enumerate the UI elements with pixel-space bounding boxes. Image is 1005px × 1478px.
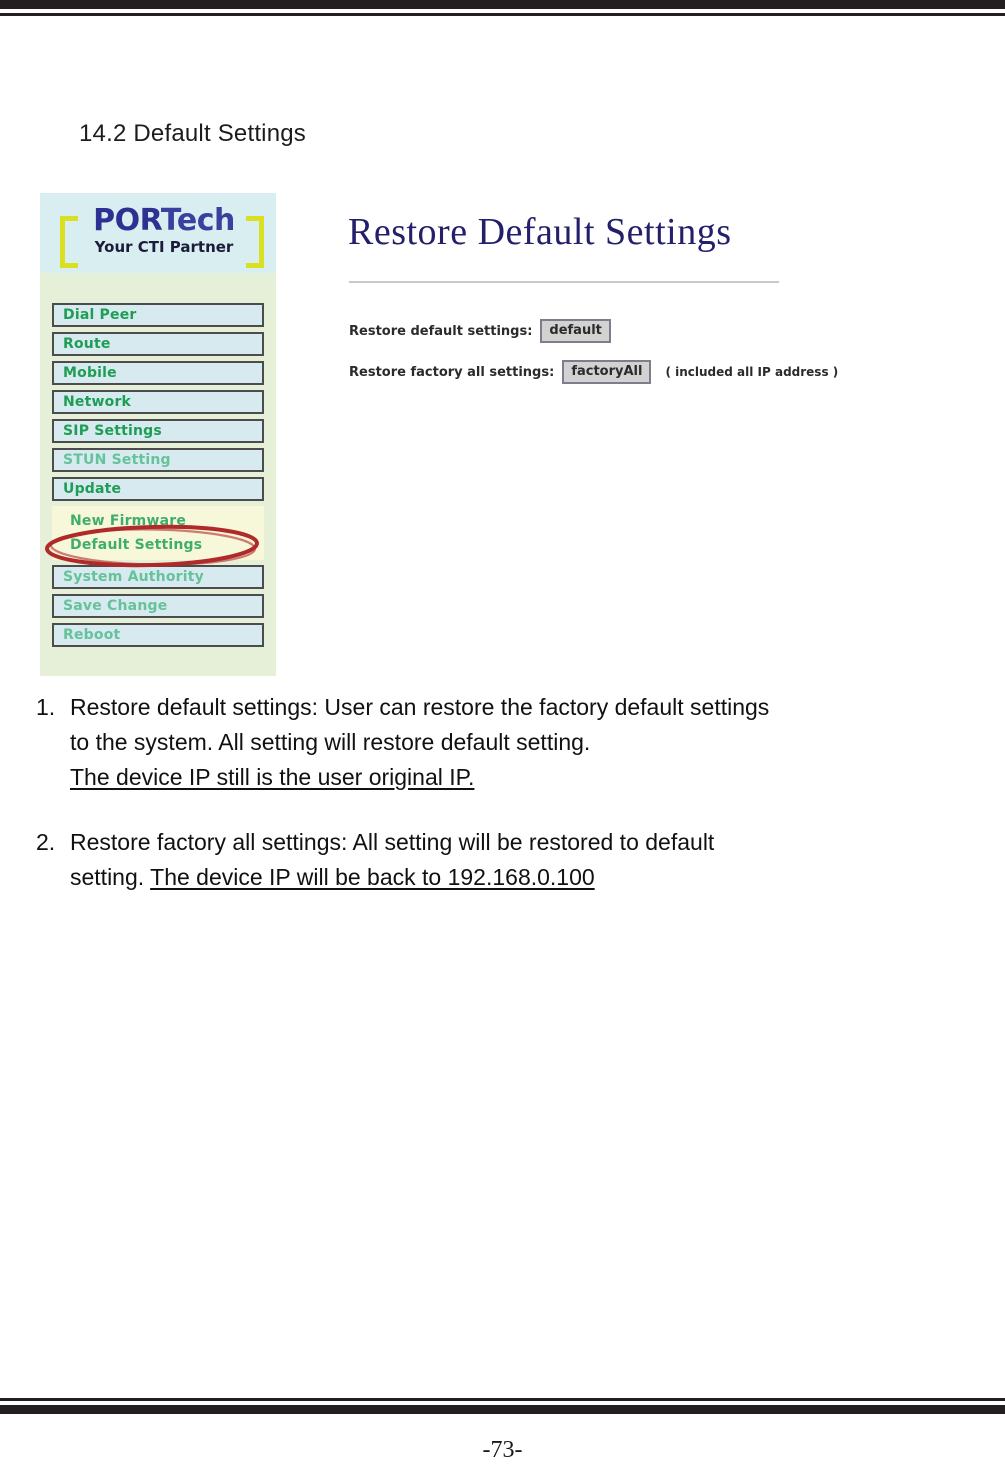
sidebar-item-stun-setting[interactable]: STUN Setting <box>52 448 264 472</box>
sidebar-item-new-firmware[interactable]: New Firmware <box>52 509 264 533</box>
list-item-body: Restore factory all settings: All settin… <box>70 825 971 895</box>
top-rule-thick-bar <box>0 0 1005 9</box>
sidebar-item-network[interactable]: Network <box>52 390 264 414</box>
explanation-list: 1. Restore default settings: User can re… <box>36 690 971 925</box>
list-item-number: 1. <box>36 694 56 720</box>
list-item-1-line-2: to the system. All setting will restore … <box>70 729 591 755</box>
logo-wordmark: PORTech <box>74 204 254 238</box>
device-ui-page-title: Restore Default Settings <box>348 211 732 253</box>
sidebar-item-sip-settings[interactable]: SIP Settings <box>52 419 264 443</box>
list-item-body: Restore default settings: User can resto… <box>70 690 971 795</box>
sidebar-item-system-authority[interactable]: System Authority <box>52 565 264 589</box>
list-item: 2. Restore factory all settings: All set… <box>36 825 971 895</box>
list-item-2-line-1: Restore factory all settings: All settin… <box>70 829 715 855</box>
logo-band: PORTech Your CTI Partner <box>40 193 276 273</box>
page-bottom-rule <box>0 1398 1005 1414</box>
restore-default-settings-row: Restore default settings: default <box>349 319 611 343</box>
sidebar-item-update[interactable]: Update <box>52 477 264 501</box>
sidebar-item-default-settings[interactable]: Default Settings <box>52 533 264 557</box>
sidebar-item-save-change[interactable]: Save Change <box>52 594 264 618</box>
page-top-rule <box>0 0 1005 16</box>
restore-factory-all-settings-label: Restore factory all settings: <box>349 364 555 380</box>
portech-logo: PORTech Your CTI Partner <box>58 201 266 268</box>
sidebar-item-reboot[interactable]: Reboot <box>52 623 264 647</box>
device-ui-submenu: New Firmware Default Settings <box>52 506 264 560</box>
top-rule-thin-bar <box>0 13 1005 16</box>
logo-tagline: Your CTI Partner <box>94 238 234 256</box>
default-button[interactable]: default <box>540 319 611 343</box>
list-item-1-line-1: Restore default settings: User can resto… <box>70 694 770 720</box>
page-number: -73- <box>482 1437 523 1463</box>
sidebar-item-dial-peer[interactable]: Dial Peer <box>52 303 264 327</box>
restore-default-settings-label: Restore default settings: <box>349 323 533 339</box>
device-ui-main-panel: Restore Default Settings Restore default… <box>276 193 838 676</box>
device-ui-screenshot-figure: PORTech Your CTI Partner Dial Peer Route… <box>40 193 838 678</box>
logo-wordmark-part2: Tech <box>160 203 235 238</box>
sidebar-item-route[interactable]: Route <box>52 332 264 356</box>
bottom-rule-thick-bar <box>0 1405 1005 1414</box>
sidebar-item-mobile[interactable]: Mobile <box>52 361 264 385</box>
list-item-2-line-2-prefix: setting. <box>70 864 151 890</box>
factory-all-note: ( included all IP address ) <box>665 365 839 379</box>
list-item-2-line-2-underlined: The device IP will be back to 192.168.0.… <box>150 864 595 890</box>
list-item-1-line-3-underlined: The device IP still is the user original… <box>70 764 475 790</box>
factory-all-button[interactable]: factoryAll <box>562 360 652 384</box>
device-ui-menu: Dial Peer Route Mobile Network SIP Setti… <box>52 303 264 652</box>
device-ui-sidebar: PORTech Your CTI Partner Dial Peer Route… <box>40 193 276 676</box>
restore-factory-all-settings-row: Restore factory all settings: factoryAll… <box>349 360 838 384</box>
section-heading: 14.2 Default Settings <box>79 120 307 147</box>
list-item-number: 2. <box>36 829 56 855</box>
device-ui-divider <box>349 281 779 283</box>
list-item: 1. Restore default settings: User can re… <box>36 690 971 795</box>
logo-wordmark-part1: POR <box>93 203 161 238</box>
